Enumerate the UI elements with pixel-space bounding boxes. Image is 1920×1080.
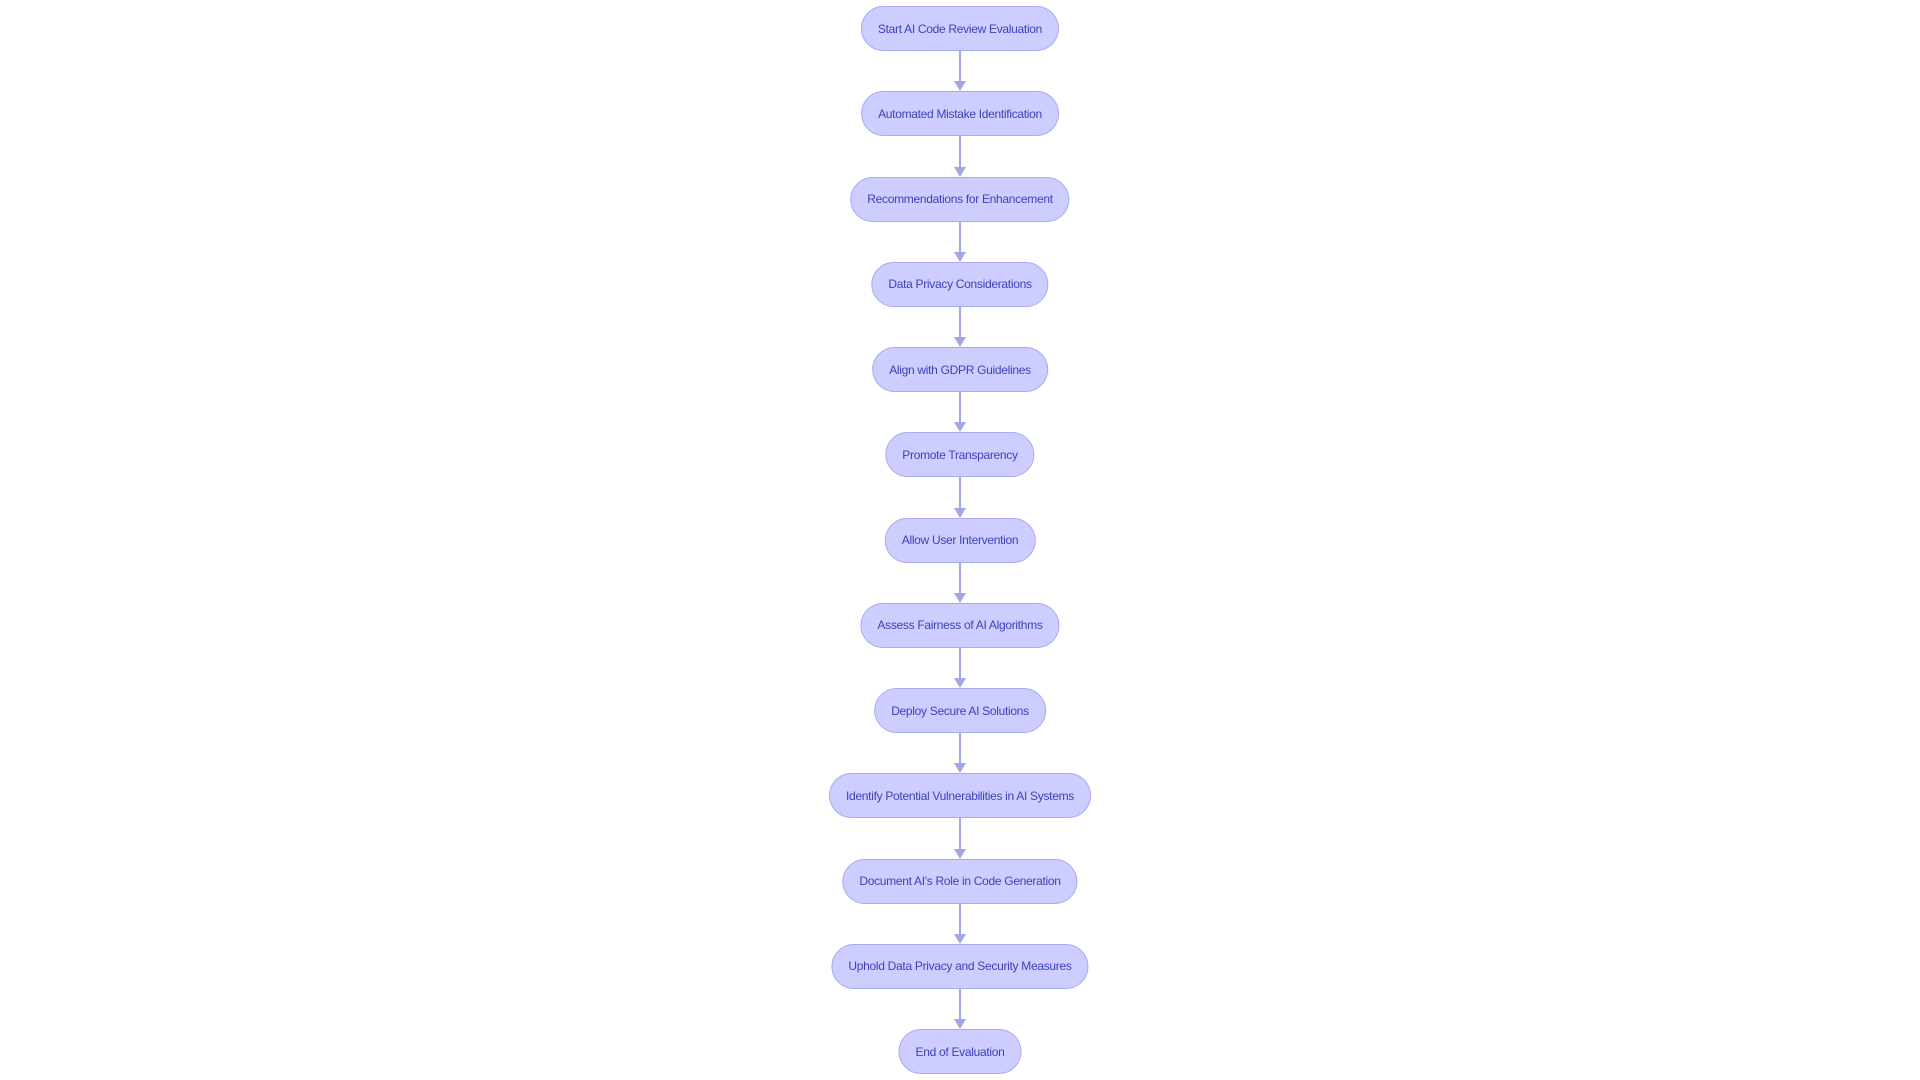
node-label: Automated Mistake Identification xyxy=(878,106,1042,121)
arrow-head-icon xyxy=(954,166,966,177)
flowchart-node-n2[interactable]: Automated Mistake Identification xyxy=(861,91,1059,137)
flowchart-node-n10[interactable]: Identify Potential Vulnerabilities in AI… xyxy=(829,773,1091,819)
edge-line xyxy=(959,818,961,851)
flowchart-node-n13[interactable]: End of Evaluation xyxy=(898,1029,1022,1074)
edge-line xyxy=(959,733,961,766)
arrow-head-icon xyxy=(954,678,966,688)
arrow-head-icon xyxy=(954,763,966,774)
node-label: Data Privacy Considerations xyxy=(888,277,1032,292)
edge-line xyxy=(959,51,961,84)
node-label: End of Evaluation xyxy=(915,1044,1005,1059)
arrow-head-icon xyxy=(954,251,966,262)
arrow-head-icon xyxy=(954,507,966,518)
node-label: Uphold Data Privacy and Security Measure… xyxy=(848,959,1072,974)
flowchart-node-n12[interactable]: Uphold Data Privacy and Security Measure… xyxy=(831,943,1089,989)
flowchart-node-n5[interactable]: Align with GDPR Guidelines xyxy=(872,347,1048,392)
arrow-head-icon xyxy=(954,592,966,603)
node-label: Start AI Code Review Evaluation xyxy=(877,21,1043,36)
edge-line xyxy=(959,392,961,425)
edge-line xyxy=(959,136,961,169)
flowchart-node-n7[interactable]: Allow User Intervention xyxy=(884,517,1036,563)
arrow-head-icon xyxy=(954,422,966,433)
flowchart-node-n6[interactable]: Promote Transparency xyxy=(885,432,1035,478)
edge-line xyxy=(959,221,961,254)
flowchart-node-n3[interactable]: Recommendations for Enhancement xyxy=(850,176,1070,222)
edge-line xyxy=(959,647,961,680)
arrow-head-icon xyxy=(954,81,966,92)
node-label: Align with GDPR Guidelines xyxy=(889,362,1031,377)
arrow-head-icon xyxy=(954,1019,966,1029)
node-label: Identify Potential Vulnerabilities in AI… xyxy=(846,788,1074,803)
flowchart-node-n1[interactable]: Start AI Code Review Evaluation xyxy=(860,6,1060,51)
arrow-head-icon xyxy=(954,337,966,347)
node-label: Assess Fairness of AI Algorithms xyxy=(877,618,1043,633)
edge-line xyxy=(959,562,961,595)
arrow-head-icon xyxy=(954,848,966,859)
flowchart: Start AI Code Review Evaluation Automated… xyxy=(0,0,1920,1080)
edge-line xyxy=(959,988,961,1021)
node-label: Recommendations for Enhancement xyxy=(867,192,1053,206)
node-label: Document AI's Role in Code Generation xyxy=(859,874,1061,888)
flowchart-node-n4[interactable]: Data Privacy Considerations xyxy=(871,261,1049,307)
arrow-head-icon xyxy=(954,933,966,944)
edge-line xyxy=(959,306,961,339)
node-label: Promote Transparency xyxy=(902,447,1018,462)
flowchart-node-n11[interactable]: Document AI's Role in Code Generation xyxy=(842,858,1078,904)
node-label: Allow User Intervention xyxy=(901,533,1019,547)
flowchart-node-n8[interactable]: Assess Fairness of AI Algorithms xyxy=(860,602,1060,648)
edge-line xyxy=(959,477,961,510)
node-label: Deploy Secure AI Solutions xyxy=(891,703,1029,718)
edge-line xyxy=(959,903,961,936)
flowchart-node-n9[interactable]: Deploy Secure AI Solutions xyxy=(874,688,1046,733)
